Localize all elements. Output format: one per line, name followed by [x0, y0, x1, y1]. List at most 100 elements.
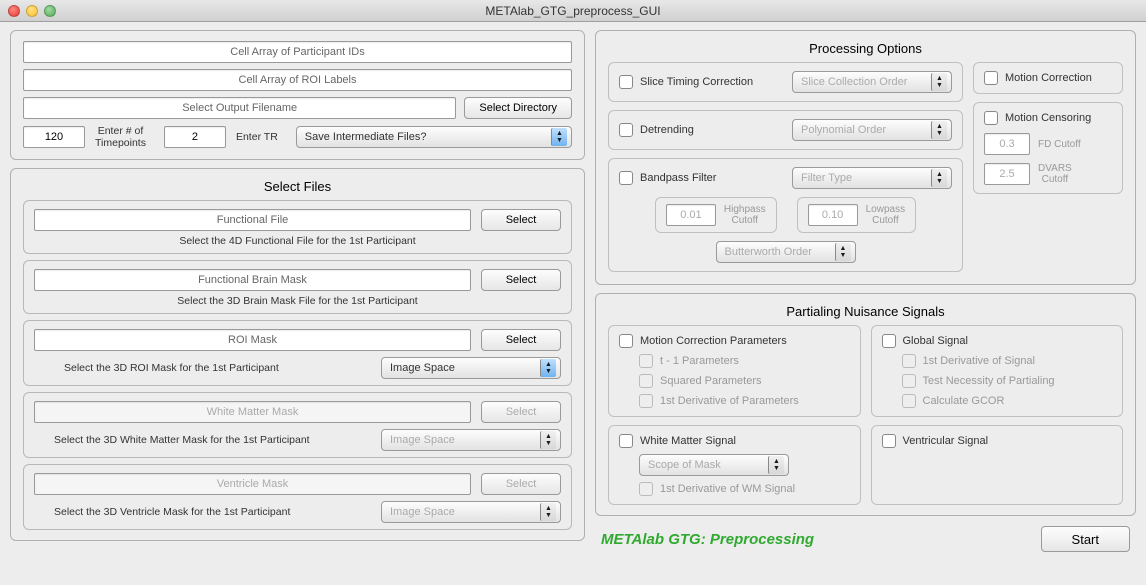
wm-image-space-dropdown: Image Space ▲▼ — [381, 429, 561, 451]
bandpass-group: Bandpass Filter Filter Type ▲▼ Highpass … — [608, 158, 963, 272]
functional-select-button[interactable]: Select — [481, 209, 561, 231]
fd-cutoff-input — [984, 133, 1030, 155]
ventricle-image-space-dropdown: Image Space ▲▼ — [381, 501, 561, 523]
functional-file-group: Functional File Select Select the 4D Fun… — [23, 200, 572, 254]
slice-timing-label: Slice Timing Correction — [640, 76, 753, 88]
brainmask-field[interactable]: Functional Brain Mask — [34, 269, 471, 291]
detrending-label: Detrending — [640, 124, 694, 136]
ventricle-mask-field: Ventricle Mask — [34, 473, 471, 495]
wm-signal-label: White Matter Signal — [640, 435, 736, 447]
chevron-updown-icon: ▲▼ — [835, 243, 851, 261]
roimask-group: ROI Mask Select Select the 3D ROI Mask f… — [23, 320, 572, 386]
window-title: METAlab_GTG_preprocess_GUI — [485, 4, 660, 18]
select-files-panel: Select Files Functional File Select Sele… — [10, 168, 585, 541]
chevron-updown-icon: ▲▼ — [931, 121, 947, 139]
ventricle-mask-group: Ventricle Mask Select Select the 3D Vent… — [23, 464, 572, 530]
brainmask-select-button[interactable]: Select — [481, 269, 561, 291]
polynomial-order-label: Polynomial Order — [801, 124, 886, 136]
save-intermediate-label: Save Intermediate Files? — [305, 131, 427, 143]
butterworth-dropdown: Butterworth Order ▲▼ — [716, 241, 856, 263]
chevron-updown-icon: ▲▼ — [931, 73, 947, 91]
wm-image-space-label: Image Space — [390, 434, 455, 446]
wm-mask-field: White Matter Mask — [34, 401, 471, 423]
motion-censoring-group: Motion Censoring FD Cutoff DVARS Cutoff — [973, 102, 1123, 194]
top-panel: Cell Array of Participant IDs Cell Array… — [10, 30, 585, 160]
motion-params-group: Motion Correction Parameters t - 1 Param… — [608, 325, 861, 417]
bandpass-checkbox[interactable]: Bandpass Filter — [619, 171, 716, 185]
roimask-select-button[interactable]: Select — [481, 329, 561, 351]
global-signal-checkbox[interactable]: Global Signal — [882, 334, 1113, 348]
output-filename-field[interactable]: Select Output Filename — [23, 97, 456, 119]
ventricular-signal-group: Ventricular Signal — [871, 425, 1124, 505]
chevron-updown-icon: ▲▼ — [540, 431, 556, 449]
processing-options-panel: Processing Options Slice Timing Correcti… — [595, 30, 1136, 285]
roi-labels-field[interactable]: Cell Array of ROI Labels — [23, 69, 572, 91]
titlebar: METAlab_GTG_preprocess_GUI — [0, 0, 1146, 22]
global-deriv-checkbox: 1st Derivative of Signal — [902, 354, 1113, 368]
wm-mask-group: White Matter Mask Select Select the 3D W… — [23, 392, 572, 458]
start-button[interactable]: Start — [1041, 526, 1130, 552]
chevron-updown-icon: ▲▼ — [551, 128, 567, 146]
filter-type-dropdown: Filter Type ▲▼ — [792, 167, 952, 189]
dvars-cutoff-input — [984, 163, 1030, 185]
global-signal-group: Global Signal 1st Derivative of Signal T… — [871, 325, 1124, 417]
motion-correction-group: Motion Correction — [973, 62, 1123, 94]
detrending-checkbox[interactable]: Detrending — [619, 123, 694, 137]
roimask-image-space-dropdown[interactable]: Image Space ▲▼ — [381, 357, 561, 379]
motion-params-checkbox[interactable]: Motion Correction Parameters — [619, 334, 850, 348]
motion-params-label: Motion Correction Parameters — [640, 335, 787, 347]
wm-scope-dropdown: Scope of Mask ▲▼ — [639, 454, 789, 476]
squared-params-checkbox: Squared Parameters — [639, 374, 850, 388]
motion-censoring-label: Motion Censoring — [1005, 112, 1091, 124]
motion-censoring-checkbox[interactable]: Motion Censoring — [984, 111, 1112, 125]
processing-options-title: Processing Options — [608, 41, 1123, 56]
global-test-checkbox: Test Necessity of Partialing — [902, 374, 1113, 388]
ventricle-select-button: Select — [481, 473, 561, 495]
filter-type-label: Filter Type — [801, 172, 852, 184]
chevron-updown-icon: ▲▼ — [931, 169, 947, 187]
lowpass-input — [808, 204, 858, 226]
motion-correction-label: Motion Correction — [1005, 72, 1092, 84]
butterworth-label: Butterworth Order — [725, 246, 812, 258]
highpass-label: Highpass Cutoff — [724, 204, 766, 226]
global-signal-label: Global Signal — [903, 335, 968, 347]
participant-ids-field[interactable]: Cell Array of Participant IDs — [23, 41, 572, 63]
brainmask-group: Functional Brain Mask Select Select the … — [23, 260, 572, 314]
slice-timing-checkbox[interactable]: Slice Timing Correction — [619, 75, 753, 89]
slice-timing-group: Slice Timing Correction Slice Collection… — [608, 62, 963, 102]
select-files-title: Select Files — [23, 179, 572, 194]
zoom-icon[interactable] — [44, 5, 56, 17]
lowpass-label: Lowpass Cutoff — [866, 204, 905, 226]
wm-scope-label: Scope of Mask — [648, 459, 721, 471]
detrending-group: Detrending Polynomial Order ▲▼ — [608, 110, 963, 150]
close-icon[interactable] — [8, 5, 20, 17]
roimask-help: Select the 3D ROI Mask for the 1st Parti… — [34, 362, 369, 374]
nuisance-panel: Partialing Nuisance Signals Motion Corre… — [595, 293, 1136, 516]
t1-params-checkbox: t - 1 Parameters — [639, 354, 850, 368]
wm-select-button: Select — [481, 401, 561, 423]
wm-deriv-checkbox: 1st Derivative of WM Signal — [639, 482, 850, 496]
chevron-updown-icon: ▲▼ — [768, 456, 784, 474]
save-intermediate-dropdown[interactable]: Save Intermediate Files? ▲▼ — [296, 126, 572, 148]
select-directory-button[interactable]: Select Directory — [464, 97, 572, 119]
brand-label: METAlab GTG: Preprocessing — [601, 531, 814, 548]
functional-help: Select the 4D Functional File for the 1s… — [34, 235, 561, 247]
tr-input[interactable] — [164, 126, 226, 148]
timepoints-input[interactable] — [23, 126, 85, 148]
roimask-image-space-label: Image Space — [390, 362, 455, 374]
nuisance-title: Partialing Nuisance Signals — [608, 304, 1123, 319]
minimize-icon[interactable] — [26, 5, 38, 17]
ventricle-help: Select the 3D Ventricle Mask for the 1st… — [34, 506, 369, 518]
deriv-params-checkbox: 1st Derivative of Parameters — [639, 394, 850, 408]
functional-file-field[interactable]: Functional File — [34, 209, 471, 231]
wm-signal-group: White Matter Signal Scope of Mask ▲▼ 1st… — [608, 425, 861, 505]
ventricular-signal-label: Ventricular Signal — [903, 435, 989, 447]
motion-correction-checkbox[interactable]: Motion Correction — [984, 71, 1112, 85]
wm-signal-checkbox[interactable]: White Matter Signal — [619, 434, 850, 448]
ventricular-signal-checkbox[interactable]: Ventricular Signal — [882, 434, 1113, 448]
highpass-input — [666, 204, 716, 226]
brainmask-help: Select the 3D Brain Mask File for the 1s… — [34, 295, 561, 307]
chevron-updown-icon: ▲▼ — [540, 359, 556, 377]
roimask-field[interactable]: ROI Mask — [34, 329, 471, 351]
wm-help: Select the 3D White Matter Mask for the … — [34, 434, 369, 446]
